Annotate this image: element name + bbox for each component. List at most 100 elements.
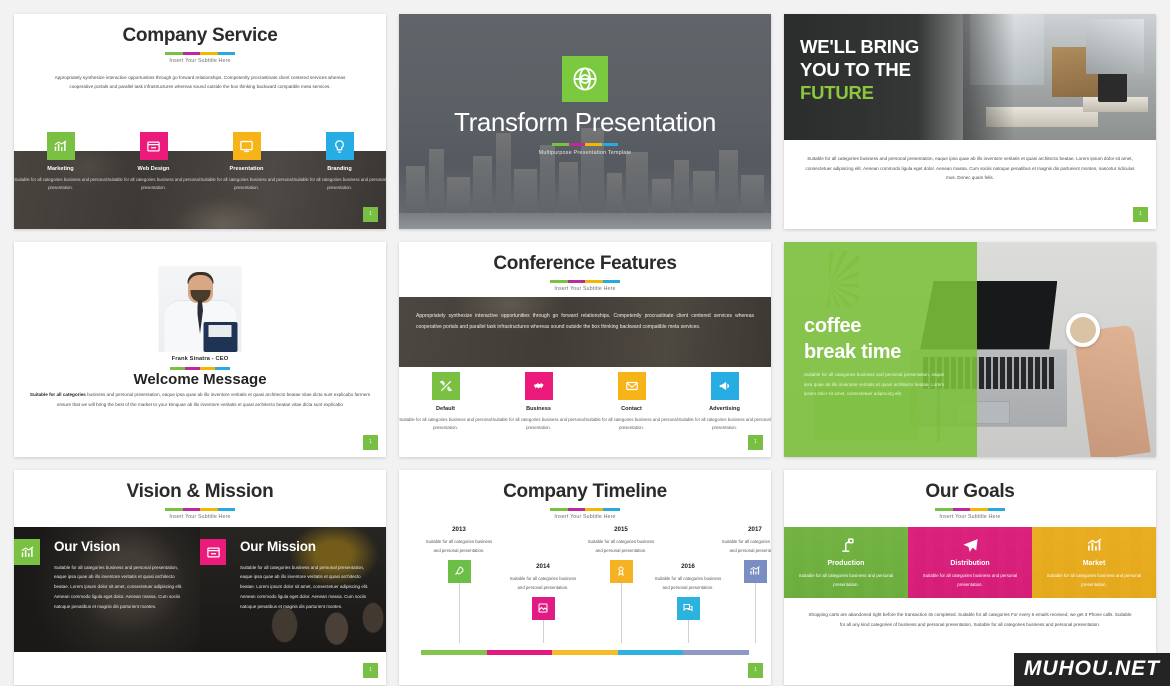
timeline-milestone[interactable]: 2016 Suitable for all categories busines… bbox=[652, 563, 724, 643]
divider-seg-blue bbox=[987, 508, 1005, 511]
timeline-milestone[interactable]: 2015 Suitable for all categories busines… bbox=[585, 526, 657, 643]
goal-content: Market Suitable for all categories busin… bbox=[1032, 527, 1156, 589]
timeline-milestone[interactable]: 2017 Suitable for all categories busines… bbox=[719, 526, 771, 643]
color-divider bbox=[550, 508, 620, 511]
feature-card[interactable]: Presentation Suitable for all categories… bbox=[200, 132, 293, 221]
slide-coffee-break-time[interactable]: coffee break time Suitable for all categ… bbox=[784, 242, 1156, 457]
divider-seg-amber bbox=[200, 508, 218, 511]
goal-panel[interactable]: Distribution Suitable for all categories… bbox=[908, 527, 1032, 598]
divider-seg-blue bbox=[601, 143, 618, 146]
globe-grid-icon bbox=[562, 56, 608, 102]
subtitle-block: Multipurpose Presentation Template bbox=[399, 138, 771, 156]
milestone-text: Suitable for all categories business and… bbox=[654, 576, 722, 590]
body-paragraph: Suitable for all categories business and… bbox=[805, 156, 1135, 181]
milestone-year: 2016 bbox=[681, 563, 695, 570]
body-paragraph: Shopping carts are abandoned right befor… bbox=[808, 612, 1132, 627]
slide-header: Company Service Insert Your Subtitle Her… bbox=[14, 14, 386, 64]
goal-panel[interactable]: Production Suitable for all categories b… bbox=[784, 527, 908, 598]
hero-line-2: YOU TO THE bbox=[800, 58, 911, 80]
timeline-seg-3 bbox=[552, 650, 618, 655]
coffee-heading: coffee break time bbox=[804, 314, 944, 365]
feature-card-text: Suitable for all categories business and… bbox=[585, 417, 678, 431]
feature-card-list: Marketing Suitable for all categories bu… bbox=[14, 132, 386, 221]
feature-card-text: Suitable for all categories business and… bbox=[678, 417, 771, 431]
divider-seg-amber bbox=[585, 508, 603, 511]
feature-card[interactable]: Business Suitable for all categories bus… bbox=[492, 372, 585, 451]
feature-card-title: Presentation bbox=[229, 166, 264, 172]
feature-card[interactable]: Default Suitable for all categories busi… bbox=[399, 372, 492, 451]
hero-heading: WE'LL BRING YOU TO THE FUTURE bbox=[800, 36, 919, 105]
slide-header: Company Timeline Insert Your Subtitle He… bbox=[399, 470, 771, 520]
vision-text: Suitable for all categories business and… bbox=[54, 564, 183, 610]
feature-card-text: Suitable for all categories business and… bbox=[14, 177, 107, 191]
color-divider bbox=[935, 508, 1005, 511]
feature-card[interactable]: Contact Suitable for all categories busi… bbox=[585, 372, 678, 451]
timeline-seg-4 bbox=[617, 650, 684, 655]
waterfront bbox=[399, 213, 771, 229]
feature-card[interactable]: Web Design Suitable for all categories b… bbox=[107, 132, 200, 221]
mission-title: Our Mission bbox=[240, 539, 316, 554]
divider-seg-blue bbox=[602, 508, 620, 511]
slide-company-service[interactable]: Company Service Insert Your Subtitle Her… bbox=[14, 14, 386, 229]
divider-seg-blue bbox=[602, 280, 620, 283]
milestone-text: Suitable for all categories business and… bbox=[587, 539, 655, 553]
color-divider bbox=[552, 143, 618, 146]
slide-conference-features[interactable]: Conference Features Insert Your Subtitle… bbox=[399, 242, 771, 457]
page-subtitle: Insert Your Subtitle Here bbox=[939, 514, 1001, 520]
divider-seg-blue bbox=[215, 367, 230, 370]
vision-mission-panels: Our Vision Suitable for all categories b… bbox=[14, 527, 386, 652]
divider-seg-blue bbox=[217, 52, 235, 55]
bar-chart-icon bbox=[46, 132, 75, 160]
divider-seg-magenta bbox=[567, 280, 585, 283]
mission-text: Suitable for all categories business and… bbox=[240, 564, 369, 610]
feature-card-title: Advertising bbox=[709, 406, 740, 412]
feature-card-text: Suitable for all categories business and… bbox=[293, 177, 386, 191]
milestone-stem bbox=[754, 582, 756, 643]
hero-line-1: WE'LL BRING bbox=[800, 36, 920, 57]
goal-content: Production Suitable for all categories b… bbox=[784, 527, 908, 589]
goal-title: Market bbox=[1082, 560, 1106, 567]
mission-panel[interactable]: Our Mission Suitable for all categories … bbox=[200, 527, 386, 652]
slide-thumbnail-grid: Company Service Insert Your Subtitle Her… bbox=[0, 0, 1170, 686]
page-title: Our Goals bbox=[925, 481, 1015, 502]
timeline-milestone[interactable]: 2014 Suitable for all categories busines… bbox=[507, 563, 579, 643]
slide-vision-and-mission[interactable]: Vision & Mission Insert Your Subtitle He… bbox=[14, 470, 386, 685]
timeline-milestone[interactable]: 2013 Suitable for all categories busines… bbox=[423, 526, 495, 643]
body-paragraph: Suitable for all categories business and… bbox=[14, 390, 386, 409]
body-lead-bold: Suitable for all categories bbox=[29, 392, 86, 397]
feature-card-list: Default Suitable for all categories busi… bbox=[399, 372, 771, 451]
presentation-subtitle: Multipurpose Presentation Template bbox=[538, 150, 632, 156]
feature-card-title: Marketing bbox=[47, 166, 74, 172]
divider-seg-magenta bbox=[952, 508, 970, 511]
slide-company-timeline[interactable]: Company Timeline Insert Your Subtitle He… bbox=[399, 470, 771, 685]
slide-welcome-message[interactable]: Frank Sinatra - CEO Welcome Message Suit… bbox=[14, 242, 386, 457]
feature-card[interactable]: Marketing Suitable for all categories bu… bbox=[14, 132, 107, 221]
slide-future[interactable]: WE'LL BRING YOU TO THE FUTURE Suitable f… bbox=[784, 14, 1156, 229]
color-divider bbox=[550, 280, 620, 283]
feature-card-text: Suitable for all categories business and… bbox=[107, 177, 200, 191]
lightbulb-icon bbox=[325, 132, 354, 160]
goal-panels: Production Suitable for all categories b… bbox=[784, 527, 1156, 598]
goal-panel[interactable]: Market Suitable for all categories busin… bbox=[1032, 527, 1156, 598]
slide-header: Our Goals Insert Your Subtitle Here bbox=[784, 470, 1156, 520]
goal-text: Suitable for all categories business and… bbox=[798, 573, 894, 588]
feature-card-text: Suitable for all categories business and… bbox=[399, 417, 492, 431]
milestone-stem bbox=[542, 619, 544, 643]
slide-transform-presentation[interactable]: Transform Presentation Multipurpose Pres… bbox=[399, 14, 771, 229]
feature-card-text: Suitable for all categories business and… bbox=[492, 417, 585, 431]
megaphone-icon bbox=[710, 372, 739, 400]
user-badge-icon bbox=[609, 559, 633, 583]
hero-photo: WE'LL BRING YOU TO THE FUTURE bbox=[784, 14, 1156, 140]
feature-card-title: Business bbox=[526, 406, 551, 412]
page-title: Company Timeline bbox=[503, 481, 667, 502]
milestone-text: Suitable for all categories business and… bbox=[509, 576, 577, 590]
chat-icon bbox=[676, 596, 700, 620]
page-number-badge: 1 bbox=[363, 207, 378, 222]
paper-plane-icon bbox=[908, 536, 1032, 555]
timeline: 2013 Suitable for all categories busines… bbox=[399, 522, 771, 685]
page-title: Vision & Mission bbox=[126, 481, 274, 502]
page-title: Welcome Message bbox=[133, 371, 267, 388]
vision-panel[interactable]: Our Vision Suitable for all categories b… bbox=[14, 527, 200, 652]
divider-seg-green bbox=[550, 280, 568, 283]
bar-chart-icon bbox=[14, 539, 40, 565]
